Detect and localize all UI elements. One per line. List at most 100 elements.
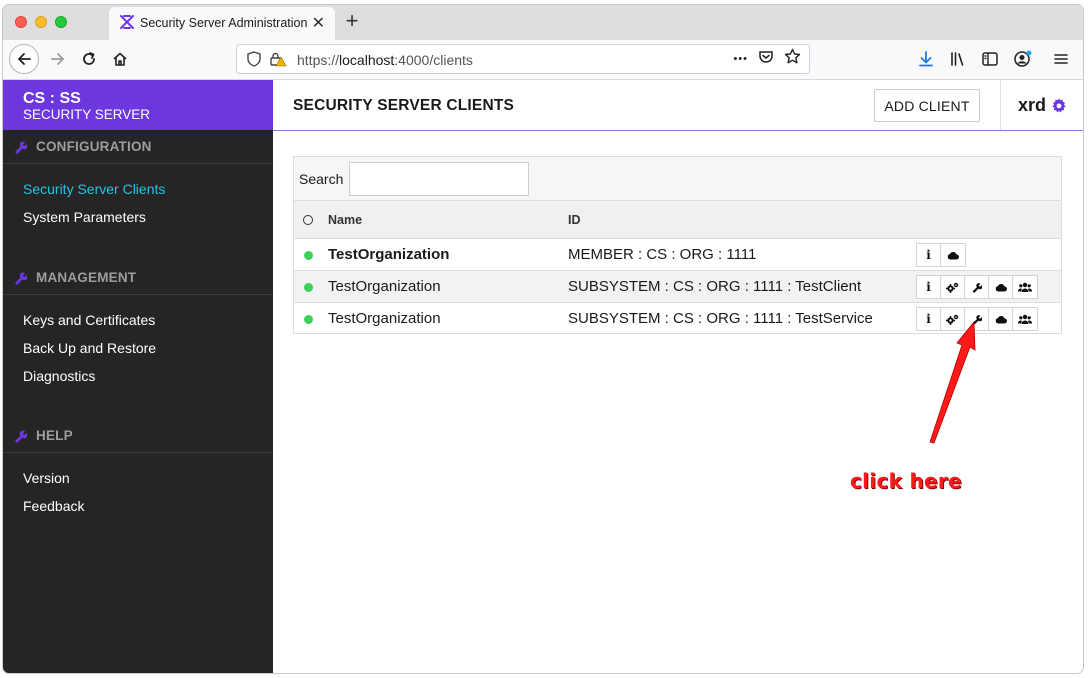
client-id[interactable]: SUBSYSTEM : CS : ORG : 1111 : TestServic… bbox=[568, 310, 873, 327]
maximize-window-button[interactable] bbox=[55, 16, 67, 28]
column-header-id[interactable]: ID bbox=[568, 213, 581, 227]
insecure-lock-icon[interactable] bbox=[269, 51, 287, 72]
status-column-icon bbox=[303, 215, 313, 225]
home-button[interactable] bbox=[105, 44, 135, 74]
table-row[interactable]: TestOrganization SUBSYSTEM : CS : ORG : … bbox=[294, 303, 1061, 335]
wrench-icon[interactable] bbox=[965, 276, 989, 298]
bookmark-star-icon[interactable] bbox=[784, 48, 801, 70]
sidebar-item-diagnostics[interactable]: Diagnostics bbox=[23, 368, 95, 384]
app-root: CS : SS SECURITY SERVER CONFIGURATION Se… bbox=[3, 80, 1083, 673]
users-icon[interactable] bbox=[1013, 308, 1037, 330]
section-title: HELP bbox=[36, 428, 73, 443]
client-id[interactable]: SUBSYSTEM : CS : ORG : 1111 : TestClient bbox=[568, 278, 861, 295]
client-id[interactable]: MEMBER : CS : ORG : 1111 bbox=[568, 246, 756, 263]
row-actions: i bbox=[916, 275, 1038, 299]
wrench-icon bbox=[15, 429, 27, 443]
table-row[interactable]: TestOrganization SUBSYSTEM : CS : ORG : … bbox=[294, 271, 1061, 303]
info-icon[interactable]: i bbox=[917, 276, 941, 298]
search-row: Search bbox=[294, 157, 1061, 201]
page-header: SECURITY SERVER CLIENTS ADD CLIENT xrd bbox=[273, 80, 1083, 131]
wrench-icon bbox=[15, 140, 27, 154]
sidebar-item-backup-and-restore[interactable]: Back Up and Restore bbox=[23, 340, 156, 356]
navigation-bar: https://localhost:4000/clients ••• bbox=[3, 40, 1083, 80]
new-tab-button[interactable]: + bbox=[339, 7, 365, 35]
wrench-icon[interactable] bbox=[965, 308, 989, 330]
tab-bar: Security Server Administration ✕ + bbox=[3, 5, 1083, 40]
cloud-icon[interactable] bbox=[989, 308, 1013, 330]
status-indicator bbox=[304, 283, 313, 292]
menu-button[interactable] bbox=[1053, 44, 1069, 74]
section-configuration: CONFIGURATION bbox=[3, 130, 273, 164]
cogs-icon[interactable] bbox=[941, 276, 965, 298]
section-help: HELP bbox=[3, 419, 273, 453]
xroad-logo-icon bbox=[119, 14, 135, 35]
reload-icon bbox=[83, 52, 95, 65]
section-title: MANAGEMENT bbox=[36, 270, 137, 285]
close-tab-icon[interactable]: ✕ bbox=[312, 13, 325, 33]
users-icon[interactable] bbox=[1013, 276, 1037, 298]
table-row[interactable]: TestOrganization MEMBER : CS : ORG : 111… bbox=[294, 239, 1061, 271]
cogs-icon[interactable] bbox=[941, 308, 965, 330]
browser-window: Security Server Administration ✕ + https… bbox=[3, 5, 1083, 673]
annotation-text: click here bbox=[850, 469, 962, 493]
hamburger-menu-icon bbox=[1054, 54, 1068, 64]
url-actions: ••• bbox=[733, 48, 801, 70]
row-actions: i bbox=[916, 307, 1038, 331]
column-header-name[interactable]: Name bbox=[328, 213, 362, 227]
forward-button[interactable] bbox=[43, 44, 73, 74]
add-client-button[interactable]: ADD CLIENT bbox=[874, 89, 980, 122]
back-button[interactable] bbox=[9, 44, 39, 74]
status-indicator bbox=[304, 315, 313, 324]
reload-button[interactable] bbox=[74, 44, 104, 74]
sidebar-item-system-parameters[interactable]: System Parameters bbox=[23, 209, 146, 225]
gear-icon[interactable] bbox=[1051, 98, 1067, 119]
search-label: Search bbox=[299, 171, 344, 187]
cloud-icon[interactable] bbox=[989, 276, 1013, 298]
close-window-button[interactable] bbox=[15, 16, 27, 28]
sidebar-toggle-button[interactable] bbox=[981, 44, 999, 74]
sidebar-item-version[interactable]: Version bbox=[23, 470, 70, 486]
pocket-icon[interactable] bbox=[758, 49, 774, 70]
sidebar-item-security-server-clients[interactable]: Security Server Clients bbox=[23, 181, 165, 197]
tab-title: Security Server Administration bbox=[140, 16, 308, 30]
browser-tab[interactable]: Security Server Administration ✕ bbox=[109, 7, 335, 40]
arrow-left-icon bbox=[18, 53, 31, 65]
url-scheme: https:// bbox=[297, 52, 340, 68]
sidebar-item-feedback[interactable]: Feedback bbox=[23, 498, 84, 514]
info-icon[interactable]: i bbox=[917, 244, 941, 266]
clients-panel: Search Name ID TestOrganization MEMBER :… bbox=[293, 156, 1062, 334]
user-menu[interactable]: xrd bbox=[1000, 80, 1083, 130]
search-input[interactable] bbox=[349, 162, 529, 196]
page-actions-icon[interactable]: ••• bbox=[733, 53, 748, 65]
client-name[interactable]: TestOrganization bbox=[328, 278, 441, 295]
section-title: CONFIGURATION bbox=[36, 139, 152, 154]
account-button[interactable] bbox=[1013, 44, 1033, 74]
library-icon bbox=[951, 52, 964, 66]
downloads-button[interactable] bbox=[917, 44, 935, 74]
sidebar-item-keys-and-certificates[interactable]: Keys and Certificates bbox=[23, 312, 155, 328]
username[interactable]: xrd bbox=[1018, 95, 1046, 116]
url-text[interactable]: https://localhost:4000/clients bbox=[297, 52, 473, 68]
brand-header: CS : SS SECURITY SERVER bbox=[3, 80, 273, 130]
account-icon bbox=[1014, 50, 1032, 67]
page-title: SECURITY SERVER CLIENTS bbox=[293, 97, 515, 114]
cloud-icon[interactable] bbox=[941, 244, 965, 266]
client-name[interactable]: TestOrganization bbox=[328, 246, 449, 263]
status-indicator bbox=[304, 251, 313, 260]
home-icon bbox=[113, 52, 127, 66]
shield-icon[interactable] bbox=[247, 51, 261, 72]
address-bar[interactable]: https://localhost:4000/clients ••• bbox=[236, 44, 810, 74]
download-icon bbox=[919, 51, 933, 67]
table-header: Name ID bbox=[294, 201, 1061, 239]
info-icon[interactable]: i bbox=[917, 308, 941, 330]
url-host: localhost bbox=[339, 52, 395, 68]
wrench-icon bbox=[15, 271, 27, 285]
url-path: :4000/clients bbox=[394, 52, 473, 68]
client-name[interactable]: TestOrganization bbox=[328, 310, 441, 327]
row-actions: i bbox=[916, 243, 966, 267]
sidebar-icon bbox=[982, 52, 998, 66]
minimize-window-button[interactable] bbox=[35, 16, 47, 28]
sidebar: CS : SS SECURITY SERVER CONFIGURATION Se… bbox=[3, 80, 273, 673]
library-button[interactable] bbox=[949, 44, 967, 74]
section-management: MANAGEMENT bbox=[3, 261, 273, 295]
